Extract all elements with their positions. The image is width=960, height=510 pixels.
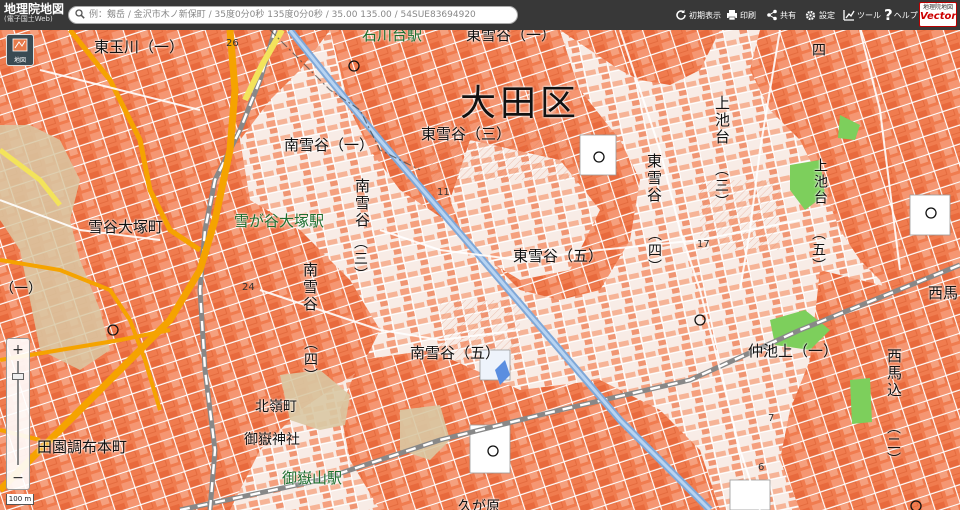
help-icon: ? — [884, 6, 893, 24]
layer-switch-label: 地図 — [13, 57, 26, 64]
label-kamiikedai-5-num: （五） — [810, 226, 826, 274]
print-label: 印刷 — [740, 10, 756, 20]
reset-view-label: 初期表示 — [689, 10, 721, 20]
scale-bar: 100 m — [6, 494, 34, 505]
tools-button[interactable]: ツール — [843, 7, 881, 23]
label-minami-yukigaya-5: 南雪谷（五） — [410, 344, 501, 362]
vector-badge[interactable]: 地理院地図 Vector — [919, 2, 957, 27]
reset-view-button[interactable]: 初期表示 — [675, 7, 721, 23]
label-ishikawadai-station: 石川台駅 — [362, 30, 423, 44]
label-minami-yukigaya-3: 南雪谷 — [353, 178, 371, 229]
label-nakaikegami-1: 仲池上（一） — [748, 342, 839, 360]
elevation-17: 17 — [697, 239, 710, 250]
help-button[interactable]: ? ヘルプ — [884, 6, 918, 24]
zoom-in-button[interactable]: + — [7, 341, 29, 359]
site-logo[interactable]: 地理院地図 (電子国土Web) — [4, 3, 66, 23]
label-minami-yukigaya-3-num: （三） — [352, 235, 368, 283]
print-button[interactable]: 印刷 — [726, 7, 756, 23]
elevation-7: 7 — [768, 413, 775, 424]
map-canvas[interactable]: 大田区 東玉川（一） 石川台駅 東雪谷（一） 南雪谷（一） 東雪谷（三） 南雪谷… — [0, 30, 960, 510]
settings-icon — [805, 10, 816, 20]
settings-button[interactable]: 設定 — [804, 7, 835, 23]
badge-bottom-text: Vector — [920, 11, 957, 22]
zoom-slider-handle[interactable] — [12, 373, 24, 380]
layers-icon — [12, 38, 28, 52]
label-higashi-yukigaya-1: 東雪谷（一） — [466, 30, 557, 44]
label-kamiikedai-3: 上池台 — [713, 95, 731, 146]
ward-label: 大田区 — [460, 83, 581, 124]
logo-subtitle: (電子国土Web) — [4, 15, 53, 23]
label-ontake-shrine: 御嶽神社 — [244, 432, 300, 448]
label-yon-top: 四 — [812, 43, 826, 59]
search-input[interactable] — [89, 8, 509, 22]
logo-title: 地理院地図 — [4, 2, 65, 16]
elevation-24: 24 — [242, 282, 255, 293]
label-minami-yukigaya-1: 南雪谷（一） — [284, 136, 375, 154]
top-bar: 地理院地図 (電子国土Web) 初期表示 印刷 共有 設定 ツール ? ヘルプ … — [0, 0, 960, 30]
label-nishi-magome-2: 西馬込 — [885, 348, 903, 399]
label-nishi-magome-edge: 西馬 — [928, 284, 959, 302]
label-nishi-magome-2-num: （二） — [885, 420, 901, 468]
label-higashi-tamagawa-1: 東玉川（一） — [94, 38, 185, 56]
label-yukigaya-otsuka-station: 雪が谷大塚駅 — [234, 212, 325, 230]
label-kugahara: 久が原 — [458, 499, 500, 510]
label-ichi-left: （一） — [0, 281, 42, 297]
reset-view-icon — [676, 9, 686, 20]
tools-label: ツール — [857, 10, 881, 20]
layer-switch-button[interactable]: 地図 — [6, 34, 34, 66]
label-higashi-yukigaya-4-num: （四） — [646, 227, 662, 275]
zoom-control: + − — [6, 338, 30, 490]
print-icon — [727, 10, 737, 21]
help-label: ヘルプ — [893, 10, 918, 20]
share-icon — [767, 9, 777, 21]
label-minami-yukigaya-4-num: （四） — [302, 336, 318, 384]
elevation-26: 26 — [226, 38, 239, 49]
elevation-11: 11 — [437, 187, 450, 198]
label-yukigaya-otsuka-machi: 雪谷大塚町 — [88, 218, 164, 236]
label-higashi-yukigaya-3: 東雪谷（三） — [421, 125, 512, 143]
elevation-6: 6 — [758, 462, 765, 473]
label-kamiikedai-green: 上池台 — [812, 158, 828, 206]
label-ontakesan-station: 御嶽山駅 — [282, 469, 343, 487]
label-kamiikedai-3-num: （三） — [713, 162, 729, 210]
label-denenchofu-honmachi: 田園調布本町 — [37, 438, 128, 456]
share-label: 共有 — [780, 10, 796, 20]
label-kitaminecho: 北嶺町 — [255, 399, 297, 415]
tools-icon — [843, 10, 855, 21]
share-button[interactable]: 共有 — [766, 7, 796, 23]
label-higashi-yukigaya-5: 東雪谷（五） — [513, 247, 604, 265]
search-icon — [75, 9, 85, 19]
zoom-out-button[interactable]: − — [7, 469, 29, 487]
label-minami-yukigaya-4: 南雪谷 — [301, 262, 319, 313]
settings-label: 設定 — [819, 10, 835, 20]
search-box[interactable] — [68, 6, 518, 24]
label-higashi-yukigaya-4: 東雪谷 — [645, 153, 663, 204]
